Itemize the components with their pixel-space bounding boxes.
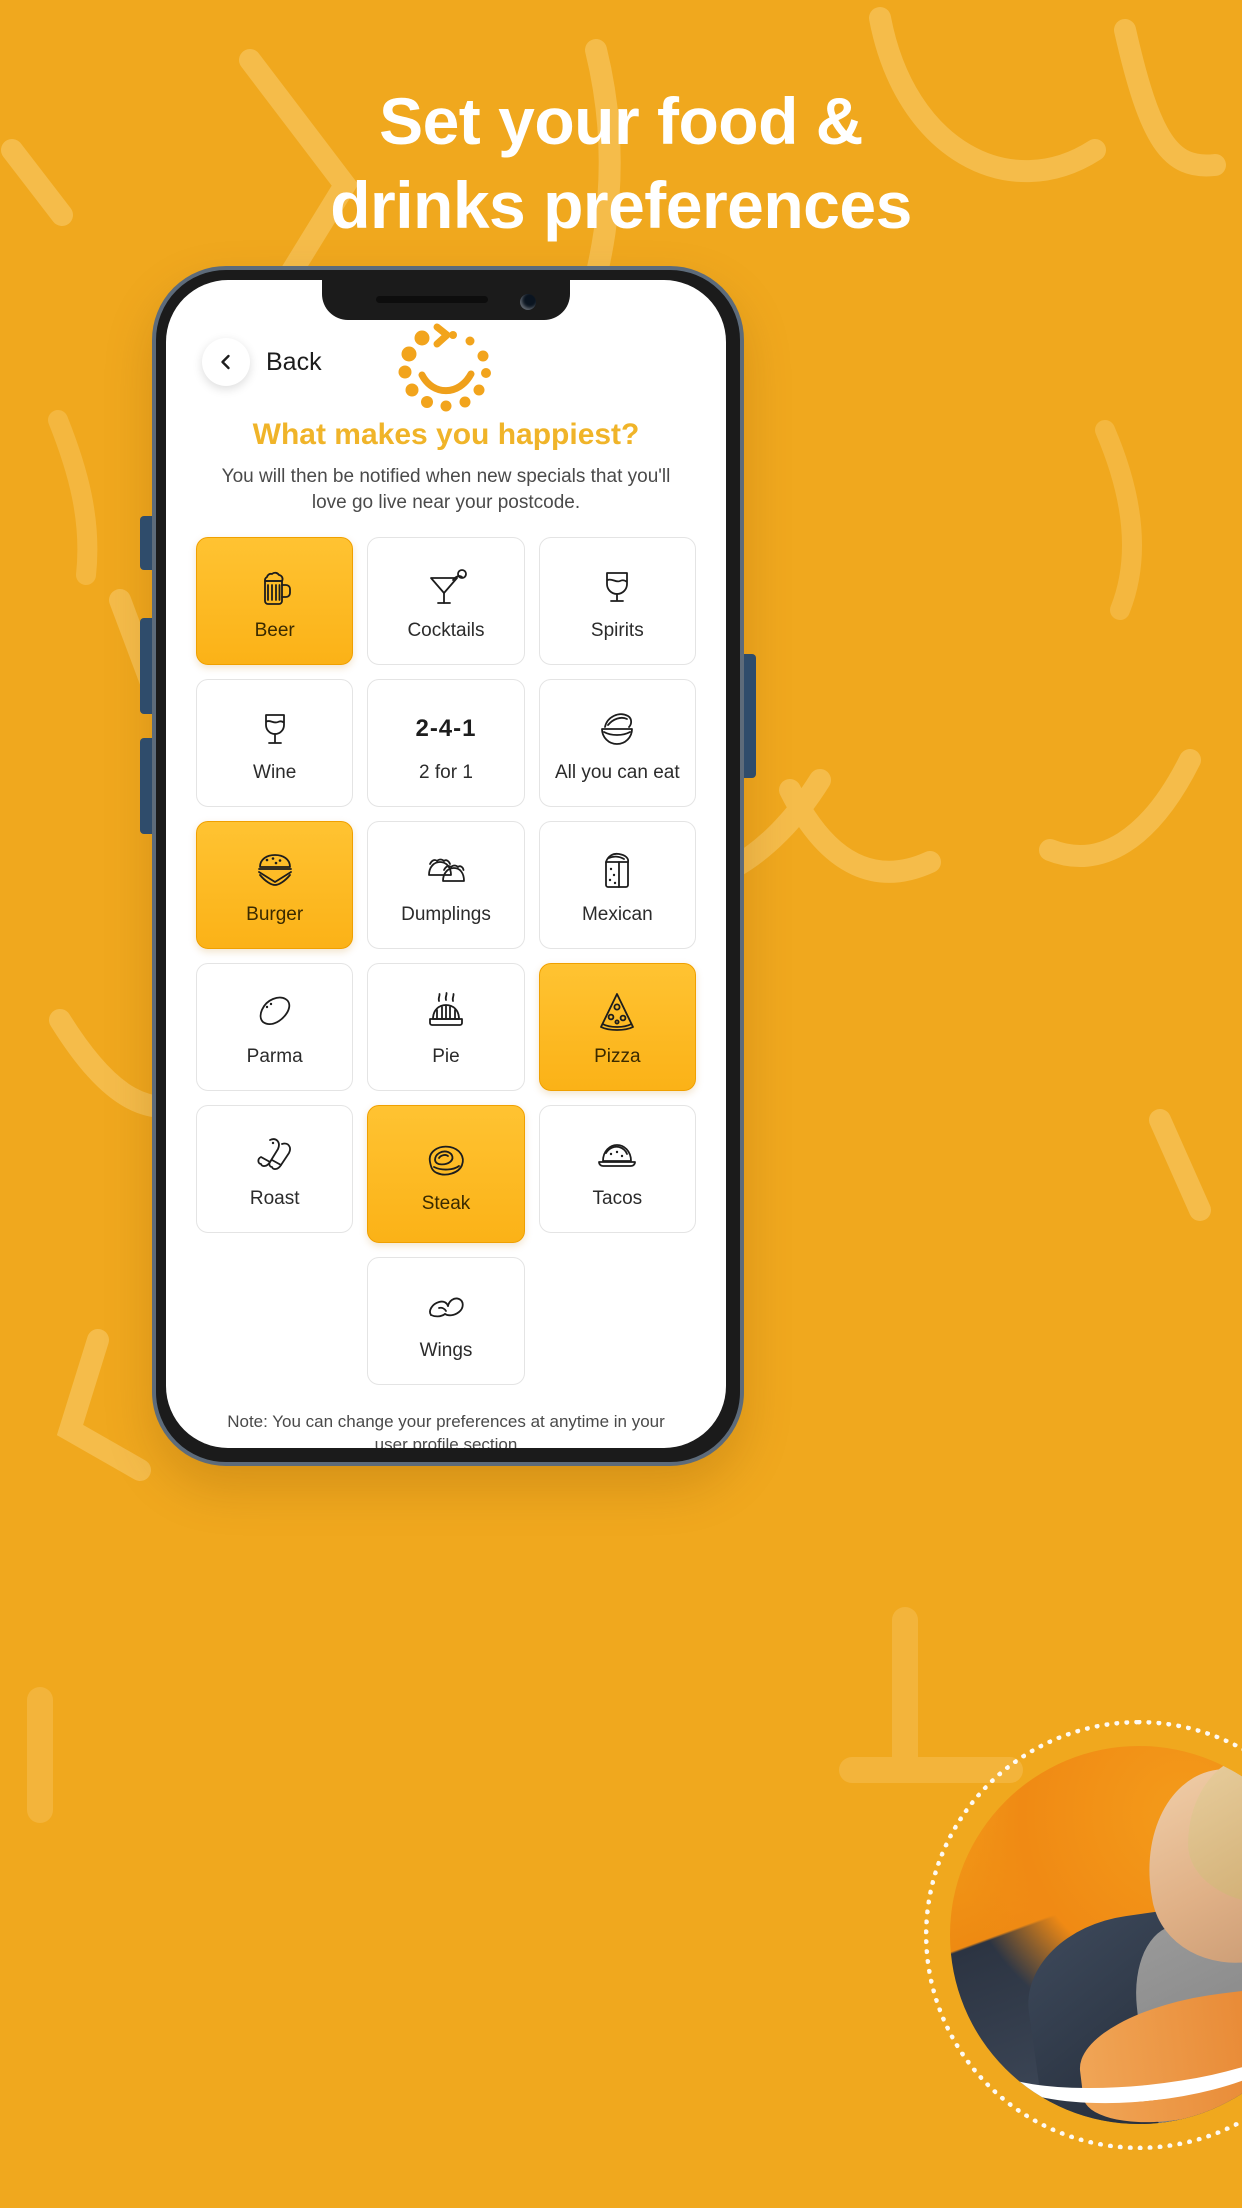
cocktail-glass-icon <box>422 561 470 613</box>
dotted-ring-decoration <box>924 1720 1242 2150</box>
preference-tile-all-you-can-eat[interactable]: All you can eat <box>538 679 696 808</box>
preference-tile-steak[interactable]: Steak <box>367 1105 525 1244</box>
preference-tile-beer[interactable]: Beer <box>196 537 354 666</box>
preference-tile-label: Roast <box>249 1187 300 1209</box>
preference-tile-label: All you can eat <box>555 761 680 783</box>
preference-tile-pizza[interactable]: Pizza <box>538 963 696 1092</box>
preference-tile-label: Burger <box>246 903 304 925</box>
section-subtitle: You will then be notified when new speci… <box>221 466 671 513</box>
preference-tile-label: Mexican <box>581 903 653 925</box>
phone-volume-down-button <box>140 738 152 834</box>
front-camera-icon <box>520 294 536 310</box>
two-for-one-text-icon: 2-4-1 <box>415 714 477 742</box>
preference-tile-2-for-1[interactable]: 2-4-1 2 for 1 <box>367 679 525 808</box>
phone-volume-up-button <box>140 618 152 714</box>
preferences-note: Note: You can change your preferences at… <box>227 1412 665 1448</box>
earpiece-speaker <box>376 296 488 303</box>
pie-icon <box>422 987 470 1039</box>
preference-tile-label: 2 for 1 <box>419 761 473 783</box>
taco-icon <box>593 1129 641 1181</box>
preference-tile-wings[interactable]: Wings <box>367 1257 525 1386</box>
preference-tile-roast[interactable]: Roast <box>196 1105 354 1234</box>
preference-tile-label: Wings <box>419 1339 473 1361</box>
preference-tile-label: Wine <box>253 761 297 783</box>
headline-line-2: drinks preferences <box>330 168 912 242</box>
phone-screen: Back What makes you happiest? You will t… <box>166 280 726 1448</box>
burrito-icon <box>593 845 641 897</box>
preference-tile-label: Cocktails <box>407 619 485 641</box>
preference-tile-cocktails[interactable]: Cocktails <box>367 537 525 666</box>
preference-tile-label: Steak <box>421 1192 471 1214</box>
beer-mug-icon <box>251 561 299 613</box>
promo-headline: Set your food & drinks preferences <box>0 88 1242 238</box>
preference-tile-burger[interactable]: Burger <box>196 821 354 950</box>
spirits-glass-icon <box>593 561 641 613</box>
preference-tile-label: Beer <box>254 619 295 641</box>
bowl-icon <box>593 703 641 755</box>
dumplings-icon <box>422 845 470 897</box>
burger-icon <box>251 845 299 897</box>
preference-tile-mexican[interactable]: Mexican <box>538 821 696 950</box>
preference-tile-label: Dumplings <box>401 903 491 925</box>
drumsticks-icon <box>251 1129 299 1181</box>
promo-screenshot: Set your food & drinks preferences Back … <box>0 0 1242 2208</box>
preference-tile-spirits[interactable]: Spirits <box>538 537 696 666</box>
pizza-slice-icon <box>593 987 641 1039</box>
preference-tile-pie[interactable]: Pie <box>367 963 525 1092</box>
phone-power-button <box>744 654 756 778</box>
preference-tile-label: Pie <box>432 1045 460 1067</box>
steak-icon <box>422 1134 470 1186</box>
preference-tile-label: Tacos <box>592 1187 643 1209</box>
phone-notch <box>322 280 570 320</box>
preference-tile-label: Spirits <box>590 619 644 641</box>
preference-tile-wine[interactable]: Wine <box>196 679 354 808</box>
back-button[interactable]: Back <box>202 338 322 386</box>
parma-icon <box>251 987 299 1039</box>
section-title: What makes you happiest? <box>252 418 640 451</box>
preferences-grid: Beer Cocktails Spirits Wine 2-4-1 2 for 1 … <box>188 537 704 1386</box>
wine-glass-icon <box>251 703 299 755</box>
chicken-wing-icon <box>422 1281 470 1333</box>
preference-tile-dumplings[interactable]: Dumplings <box>367 821 525 950</box>
back-button-label: Back <box>266 347 322 376</box>
chevron-left-icon[interactable] <box>202 338 250 386</box>
preference-tile-tacos[interactable]: Tacos <box>538 1105 696 1234</box>
preference-tile-label: Parma <box>246 1045 303 1067</box>
app-content: Back What makes you happiest? You will t… <box>166 280 726 1448</box>
lifestyle-photo-circle <box>924 1720 1242 2150</box>
phone-mockup: Back What makes you happiest? You will t… <box>140 266 756 1466</box>
preference-tile-label: Pizza <box>594 1045 641 1067</box>
phone-silent-switch <box>140 516 152 570</box>
headline-line-1: Set your food & <box>379 84 863 158</box>
dotted-smiley-logo-icon <box>393 310 499 416</box>
preference-tile-parma[interactable]: Parma <box>196 963 354 1092</box>
